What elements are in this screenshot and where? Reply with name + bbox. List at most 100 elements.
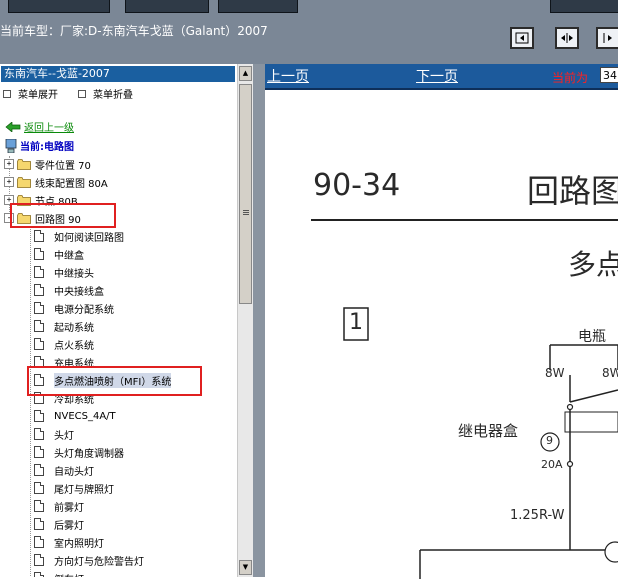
- collapse-panel-icon: [515, 32, 529, 44]
- tree-doc-label: 充电系统: [54, 358, 94, 370]
- tree-folder-item[interactable]: - 回路图 90: [4, 209, 81, 227]
- document-icon: [34, 482, 44, 494]
- expand-all-link[interactable]: 菜单展开: [3, 86, 58, 101]
- tree-doc-item[interactable]: 方向灯与危险警告灯: [34, 551, 144, 569]
- fuse-rating: 20A: [541, 458, 563, 471]
- tree-doc-item[interactable]: NVECS_4A/T: [34, 407, 116, 425]
- vehicle-info: 当前车型：厂家:D-东南汽车戈蓝（Galant）2007: [0, 24, 268, 38]
- tree-doc-label: 自动头灯: [54, 466, 94, 478]
- tree-doc-label: NVECS_4A/T: [54, 410, 116, 422]
- toolbar-button-3[interactable]: [218, 0, 298, 13]
- document-icon: [34, 446, 44, 458]
- computer-icon: [5, 138, 17, 153]
- document-icon: [34, 410, 44, 422]
- expand-panel-icon: [603, 33, 612, 43]
- back-arrow-icon: [5, 121, 21, 132]
- tree-doc-item[interactable]: 中央接线盒: [34, 281, 104, 299]
- folder-icon: [17, 158, 31, 170]
- tree-toggle-icon[interactable]: +: [4, 195, 14, 205]
- folder-icon: [17, 212, 31, 224]
- expand-panel-button[interactable]: [596, 27, 618, 49]
- current-location: 当前:电路图: [5, 138, 74, 153]
- collapse-all-link[interactable]: 菜单折叠: [78, 86, 133, 101]
- tree-doc-item[interactable]: 中继接头: [34, 263, 94, 281]
- tree-doc-label: 中继接头: [54, 268, 94, 280]
- page-code: 90-34: [313, 168, 401, 203]
- document-icon: [34, 230, 44, 242]
- document-icon: [34, 500, 44, 512]
- scroll-up-button[interactable]: ▲: [239, 66, 252, 81]
- panel-divider[interactable]: [253, 64, 265, 577]
- tree-doc-item[interactable]: 尾灯与牌照灯: [34, 479, 114, 497]
- battery-label: 电瓶: [578, 329, 606, 345]
- prev-page-link[interactable]: 上一页: [267, 66, 309, 86]
- scroll-down-button[interactable]: ▼: [239, 560, 252, 575]
- back-link[interactable]: 返回上一级: [5, 119, 74, 134]
- document-icon: [34, 338, 44, 350]
- back-label: 返回上一级: [24, 123, 74, 134]
- next-page-link[interactable]: 下一页: [416, 66, 458, 86]
- sidebar: 东南汽车--戈蓝-2007 菜单展开 菜单折叠 返回上一级 当前:电路图 + 零件…: [0, 64, 237, 577]
- tree-doc-label: 中继盒: [54, 250, 84, 262]
- tree-doc-item[interactable]: 充电系统: [34, 353, 94, 371]
- tree-doc-label: 电源分配系统: [54, 304, 114, 316]
- tree-toggle-icon[interactable]: +: [4, 177, 14, 187]
- split-view-button[interactable]: [555, 27, 579, 49]
- tree-doc-label: 多点燃油喷射（MFI）系统: [54, 372, 172, 388]
- scroll-grip-icon: [243, 210, 249, 211]
- tree-doc-label: 室内照明灯: [54, 538, 104, 550]
- circuit-diagram: [311, 219, 618, 579]
- folder-icon: [17, 176, 31, 188]
- tree-doc-item[interactable]: 头灯: [34, 425, 74, 443]
- tree-doc-item[interactable]: 室内照明灯: [34, 533, 104, 551]
- document-icon: [34, 374, 44, 386]
- tree-folder-label: 线束配置图 80A: [35, 178, 108, 190]
- split-view-icon: [561, 33, 573, 43]
- wire-label-b: 8W: [602, 366, 618, 380]
- page-number-input[interactable]: 34: [600, 67, 618, 83]
- document-icon: [34, 266, 44, 278]
- tree-doc-item[interactable]: 中继盒: [34, 245, 84, 263]
- folder-icon: [17, 194, 31, 206]
- tree-doc-label: 冷却系统: [54, 394, 94, 406]
- tree-doc-item[interactable]: 点火系统: [34, 335, 94, 353]
- tree-doc-item[interactable]: 后雾灯: [34, 515, 84, 533]
- tree-doc-item[interactable]: 前雾灯: [34, 497, 84, 515]
- tree-doc-item[interactable]: 电源分配系统: [34, 299, 114, 317]
- tree-doc-label: 如何阅读回路图: [54, 232, 124, 244]
- document-icon: [34, 356, 44, 368]
- tree-doc-item[interactable]: 冷却系统: [34, 389, 94, 407]
- tree-doc-item[interactable]: 倒车灯: [34, 569, 84, 577]
- tree-doc-label: 点火系统: [54, 340, 94, 352]
- document-view: 90-34 回路图 多点 1 电瓶 8W 8W 继电器盒 9 20A 1.25R…: [265, 88, 618, 579]
- tree-doc-item[interactable]: 起动系统: [34, 317, 94, 335]
- tree-toggle-icon[interactable]: -: [4, 213, 14, 223]
- tree-toggle-icon[interactable]: +: [4, 159, 14, 169]
- tree-doc-label: 方向灯与危险警告灯: [54, 556, 144, 568]
- tree-folder-item[interactable]: + 节点 80B: [4, 191, 78, 209]
- tree-doc-item[interactable]: 多点燃油喷射（MFI）系统: [34, 371, 172, 389]
- expand-all-label: 菜单展开: [18, 90, 58, 101]
- wire-label-a: 8W: [545, 366, 565, 380]
- relay-box-label: 继电器盒: [458, 422, 519, 440]
- tree-doc-item[interactable]: 如何阅读回路图: [34, 227, 124, 245]
- sidebar-scrollbar[interactable]: ▲ ▼: [237, 64, 253, 577]
- document-icon: [34, 518, 44, 530]
- tree-doc-item[interactable]: 自动头灯: [34, 461, 94, 479]
- tree-doc-label: 前雾灯: [54, 502, 84, 514]
- document-icon: [34, 284, 44, 296]
- tree-doc-label: 尾灯与牌照灯: [54, 484, 114, 496]
- toolbar-button-1[interactable]: [8, 0, 110, 13]
- collapse-panel-button[interactable]: [510, 27, 534, 49]
- toolbar-button-2[interactable]: [125, 0, 209, 13]
- document-icon: [34, 536, 44, 548]
- document-icon: [34, 248, 44, 260]
- collapse-icon: [78, 89, 86, 98]
- top-toolbar: 当前车型：厂家:D-东南汽车戈蓝（Galant）2007: [0, 0, 618, 64]
- tree-doc-label: 头灯: [54, 430, 74, 442]
- toolbar-button-4[interactable]: [550, 0, 618, 13]
- tree-doc-item[interactable]: 头灯角度调制器: [34, 443, 124, 461]
- tree-folder-item[interactable]: + 线束配置图 80A: [4, 173, 108, 191]
- scroll-thumb[interactable]: [239, 84, 252, 304]
- tree-folder-item[interactable]: + 零件位置 70: [4, 155, 91, 173]
